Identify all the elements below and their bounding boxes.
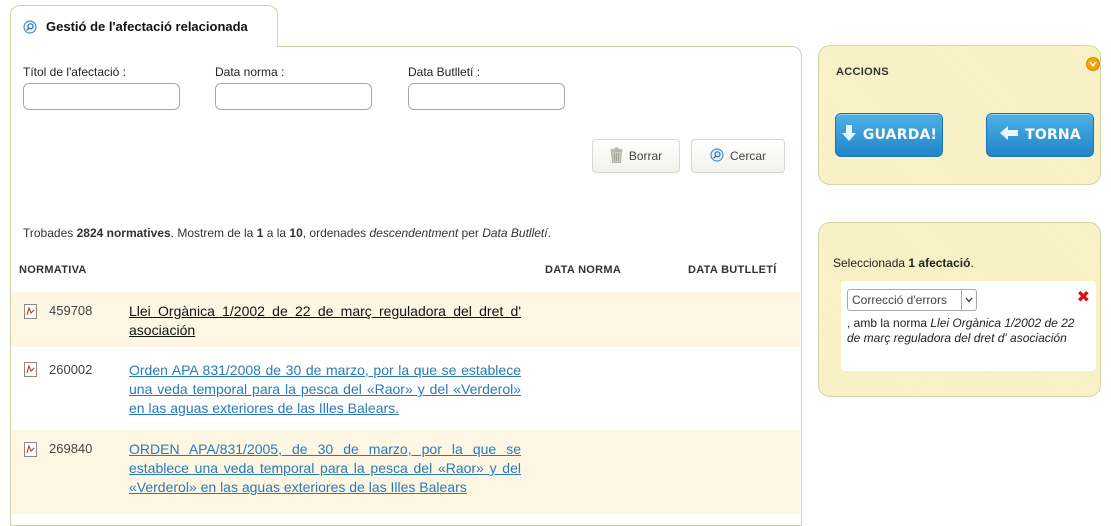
results-summary: Trobades 2824 normatives. Mostrem de la …: [23, 226, 551, 240]
guarda-button[interactable]: GUARDA!: [835, 113, 943, 157]
titol-input[interactable]: [23, 83, 180, 110]
selection-panel: Seleccionada 1 afectació. Correcció d'er…: [818, 222, 1101, 397]
data-norma-label: Data norma :: [215, 65, 284, 79]
trash-icon: [610, 147, 623, 166]
document-icon[interactable]: [24, 362, 37, 377]
header-normativa[interactable]: NORMATIVA: [19, 264, 87, 276]
row-id: 269840: [49, 441, 92, 456]
row-id: 459708: [49, 303, 92, 318]
titol-label: Títol de l'afectació :: [23, 65, 126, 79]
document-icon[interactable]: [24, 442, 37, 457]
arrow-down-icon: [841, 124, 857, 146]
row-title-link[interactable]: ORDEN APA/831/2005, de 30 de marzo, por …: [129, 440, 521, 497]
search-icon: [710, 148, 724, 165]
accions-panel: ACCIONS GUARDA! TORNA: [818, 45, 1101, 185]
selection-summary: Seleccionada 1 afectació.: [833, 256, 974, 270]
table-row: 459708 Llei Orgànica 1/2002 de 22 de mar…: [11, 292, 800, 347]
accions-title: ACCIONS: [836, 66, 889, 78]
afectacio-type-select[interactable]: Correcció d'errors: [847, 289, 977, 311]
cercar-button[interactable]: Cercar: [691, 139, 785, 173]
selected-afectacio-card: Correcció d'errors ✖ , amb la norma Llei…: [841, 281, 1096, 371]
header-data-butlleti[interactable]: DATA BUTLLETÍ: [688, 264, 777, 276]
chevron-down-icon[interactable]: [961, 289, 977, 311]
guarda-label: GUARDA!: [863, 127, 937, 143]
arrow-left-icon: [999, 125, 1019, 145]
document-icon[interactable]: [24, 304, 37, 319]
torna-button[interactable]: TORNA: [986, 113, 1094, 157]
data-butlleti-label: Data Butlletí :: [408, 65, 480, 79]
borrar-label: Borrar: [629, 149, 662, 163]
data-norma-input[interactable]: [215, 83, 372, 110]
row-id: 260002: [49, 362, 92, 377]
torna-label: TORNA: [1025, 127, 1081, 143]
afectacio-type-value: Correcció d'errors: [852, 293, 947, 307]
selected-afectacio-description: , amb la norma Llei Orgànica 1/2002 de 2…: [847, 316, 1075, 346]
row-title-link[interactable]: Orden APA 831/2008 de 30 de marzo, por l…: [129, 361, 521, 418]
header-data-norma[interactable]: DATA NORMA: [545, 264, 621, 276]
borrar-button[interactable]: Borrar: [592, 139, 680, 173]
chevron-down-icon[interactable]: [1086, 57, 1100, 71]
cercar-label: Cercar: [730, 149, 766, 163]
close-icon[interactable]: ✖: [1077, 287, 1090, 307]
table-row: 269840 ORDEN APA/831/2005, de 30 de marz…: [11, 430, 800, 514]
data-butlleti-input[interactable]: [408, 83, 565, 110]
table-row: 260002 Orden APA 831/2008 de 30 de marzo…: [11, 352, 800, 430]
row-title-link[interactable]: Llei Orgànica 1/2002 de 22 de març regul…: [129, 302, 521, 340]
